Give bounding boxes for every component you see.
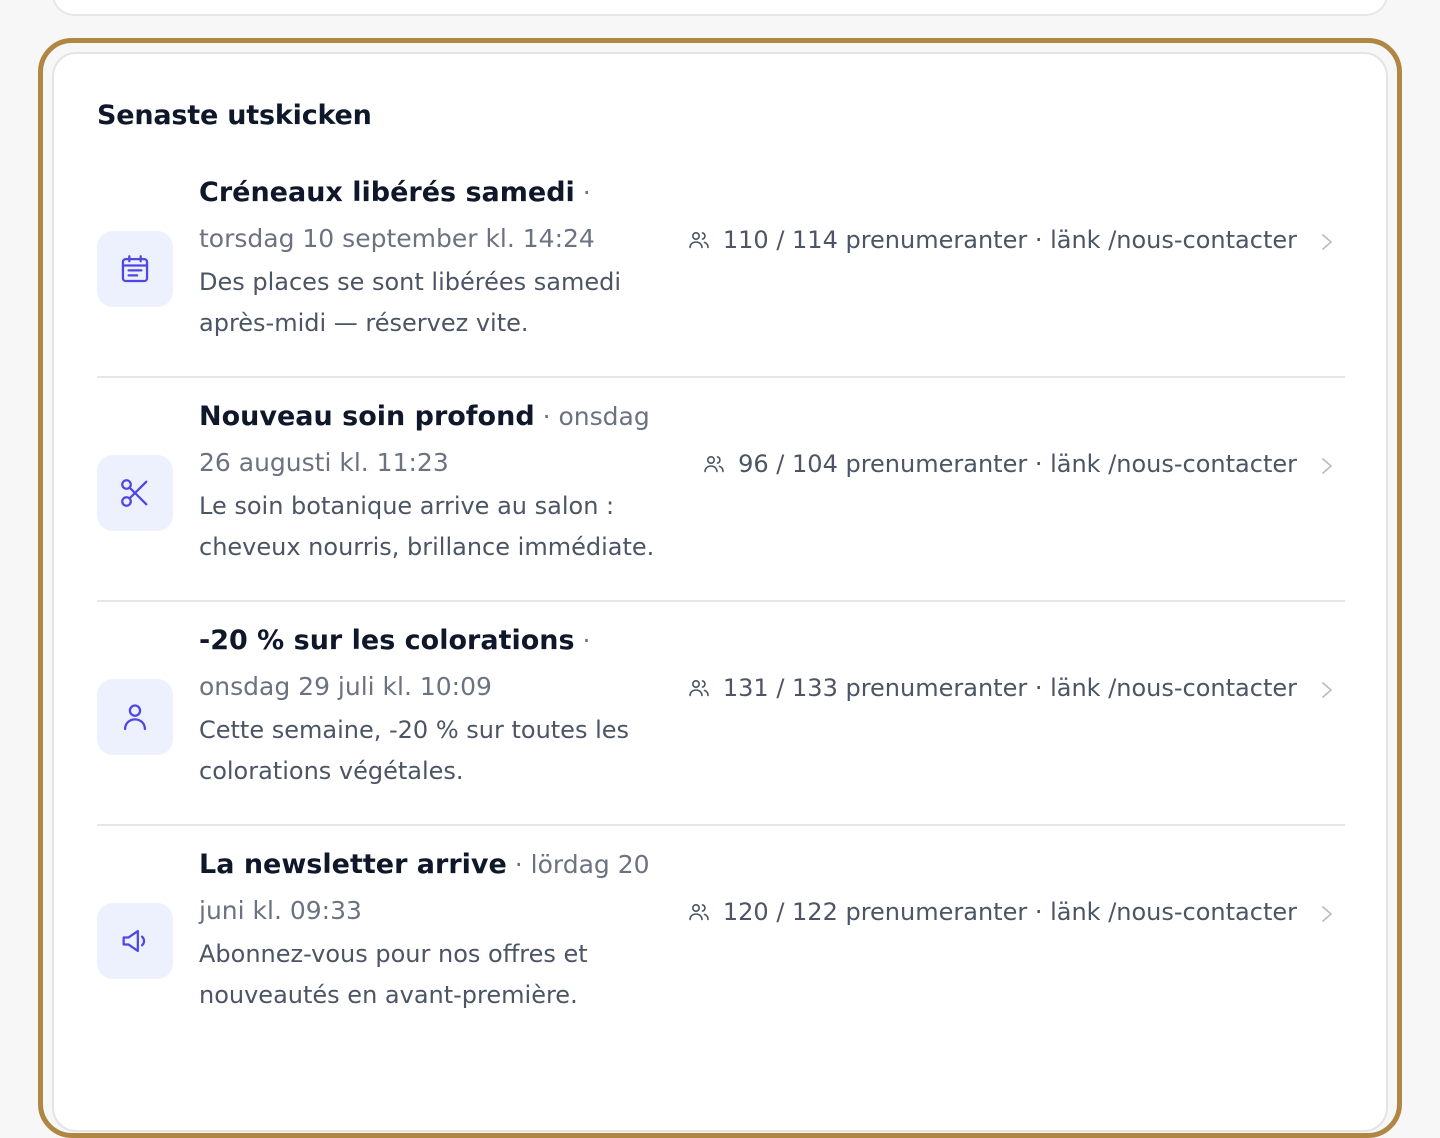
recent-sends-card: Senaste utskicken Créneaux libérés samed…: [52, 52, 1388, 1132]
users-icon: [689, 232, 709, 249]
item-headline: Créneaux libérés samedi · torsdag 10 sep…: [199, 170, 679, 262]
item-title: La newsletter arrive: [199, 849, 507, 880]
item-snippet: Cette semaine, -20 % sur toutes les colo…: [199, 716, 630, 785]
item-stats: 131 / 133 prenumeranter · länk /nous-con…: [687, 674, 1297, 702]
sends-list: Créneaux libérés samedi · torsdag 10 sep…: [97, 154, 1345, 1050]
item-headline: Nouveau soin profond · onsdag 26 augusti…: [199, 394, 679, 486]
list-item[interactable]: Créneaux libérés samedi · torsdag 10 sep…: [97, 154, 1345, 378]
item-text: La newsletter arrive · lördag 20 juni kl…: [199, 842, 679, 1016]
scissors-icon: [97, 455, 173, 531]
card-title: Senaste utskicken: [97, 100, 372, 131]
item-snippet: Le soin botanique arrive au salon : chev…: [199, 492, 655, 561]
item-text: Créneaux libérés samedi · torsdag 10 sep…: [199, 170, 679, 344]
list-item[interactable]: -20 % sur les colorations · onsdag 29 ju…: [97, 602, 1345, 826]
chevron-right-icon[interactable]: [1317, 678, 1337, 702]
item-headline: La newsletter arrive · lördag 20 juni kl…: [199, 842, 679, 934]
users-icon: [689, 680, 709, 697]
chevron-right-icon[interactable]: [1317, 230, 1337, 254]
stats-text: 131 / 133 prenumeranter · länk /nous-con…: [722, 674, 1297, 702]
item-title: Nouveau soin profond: [199, 401, 535, 432]
item-title: Créneaux libérés samedi: [199, 177, 575, 208]
calendar-icon: [97, 231, 173, 307]
list-item[interactable]: Nouveau soin profond · onsdag 26 augusti…: [97, 378, 1345, 602]
item-snippet: Des places se sont libérées samedi après…: [199, 268, 622, 337]
stats-text: 120 / 122 prenumeranter · länk /nous-con…: [722, 898, 1297, 926]
user-icon: [97, 679, 173, 755]
users-icon: [689, 904, 709, 921]
item-stats: 120 / 122 prenumeranter · länk /nous-con…: [687, 898, 1297, 926]
item-title: -20 % sur les colorations: [199, 625, 575, 656]
item-stats: 110 / 114 prenumeranter · länk /nous-con…: [687, 226, 1297, 254]
item-text: Nouveau soin profond · onsdag 26 augusti…: [199, 394, 679, 568]
megaphone-icon: [97, 903, 173, 979]
item-headline: -20 % sur les colorations · onsdag 29 ju…: [199, 618, 679, 710]
item-stats: 96 / 104 prenumeranter · länk /nous-cont…: [702, 450, 1297, 478]
item-snippet: Abonnez-vous pour nos offres et nouveaut…: [199, 940, 588, 1009]
list-item[interactable]: La newsletter arrive · lördag 20 juni kl…: [97, 826, 1345, 1050]
stats-text: 96 / 104 prenumeranter · länk /nous-cont…: [738, 450, 1297, 478]
previous-card: [52, 0, 1388, 16]
chevron-right-icon[interactable]: [1317, 902, 1337, 926]
item-text: -20 % sur les colorations · onsdag 29 ju…: [199, 618, 679, 792]
chevron-right-icon[interactable]: [1317, 454, 1337, 478]
users-icon: [704, 456, 724, 473]
stats-text: 110 / 114 prenumeranter · länk /nous-con…: [722, 226, 1297, 254]
